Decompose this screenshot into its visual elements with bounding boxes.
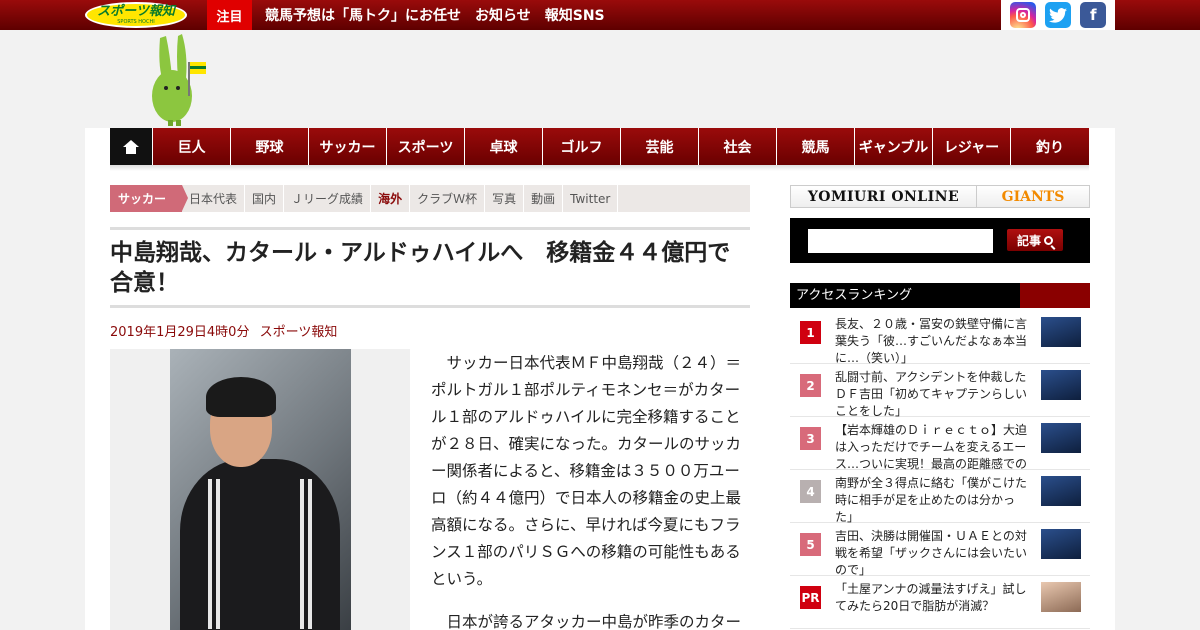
search-icon bbox=[1044, 235, 1053, 245]
ranking-item[interactable]: 1 長友、２０歳・冨安の鉄壁守備に言葉失う「彼…すごいんだよなぁ本当に…（笑い）… bbox=[790, 311, 1090, 365]
top-links: 競馬予想は「馬トク」にお任せ お知らせ 報知SNS bbox=[265, 0, 619, 30]
ranking-number: 3 bbox=[800, 427, 821, 450]
ranking-item-pr[interactable]: PR 「土屋アンナの減量法すげえ」試してみたら20日で脂肪が消滅？ bbox=[790, 576, 1090, 629]
ranking-text: 【岩本輝雄のＤｉｒｅｃｔｏ】大迫は入っただけでチームを変えるエース…ついに実現！… bbox=[835, 423, 1028, 471]
instagram-icon[interactable] bbox=[1009, 2, 1036, 28]
nav-sports[interactable]: スポーツ bbox=[387, 128, 465, 165]
title-rule-top bbox=[110, 227, 750, 230]
notice-badge: 注目 bbox=[207, 0, 252, 30]
nav-leisure[interactable]: レジャー bbox=[933, 128, 1011, 165]
logo-text: スポーツ報知 bbox=[97, 4, 175, 19]
article-date: 2019年1月29日4時0分 bbox=[110, 325, 250, 340]
ranking-list: 1 長友、２０歳・冨安の鉄壁守備に言葉失う「彼…すごいんだよなぁ本当に…（笑い）… bbox=[790, 311, 1090, 629]
nav-gamble[interactable]: ギャンブル bbox=[855, 128, 933, 165]
yomiuri-online-link[interactable]: YOMIURI ONLINE bbox=[791, 186, 977, 207]
nav-shadow bbox=[110, 165, 1089, 171]
ranking-number: PR bbox=[800, 586, 821, 609]
subnav-japan-national[interactable]: 日本代表 bbox=[182, 185, 246, 212]
nav-fishing[interactable]: 釣り bbox=[1011, 128, 1089, 165]
ranking-text: 長友、２０歳・冨安の鉄壁守備に言葉失う「彼…すごいんだよなぁ本当に…（笑い）」 bbox=[835, 317, 1028, 365]
ranking-thumbnail bbox=[1041, 317, 1081, 347]
article-paragraph: サッカー日本代表ＭＦ中島翔哉（２４）＝ポルトガル１部ポルティモネンセ＝がカタール… bbox=[431, 354, 742, 588]
article-paragraph: 日本が誇るアタッカー中島が昨季のカター bbox=[446, 613, 742, 630]
home-icon bbox=[123, 139, 139, 154]
ranking-number: 2 bbox=[800, 374, 821, 397]
nav-society[interactable]: 社会 bbox=[699, 128, 777, 165]
subnav-domestic[interactable]: 国内 bbox=[245, 185, 285, 212]
ranking-text: 吉田、決勝は開催国・ＵＡＥとの対戦を希望「ザックさんには会いたいので」 bbox=[835, 529, 1028, 577]
ranking-number: 5 bbox=[800, 533, 821, 556]
logo-subtext: SPORTS HOCHI bbox=[117, 19, 155, 25]
ranking-header: アクセスランキング bbox=[790, 283, 1090, 308]
nav-soccer[interactable]: サッカー bbox=[309, 128, 387, 165]
ranking-number: 4 bbox=[800, 480, 821, 503]
main-nav: 巨人 野球 サッカー スポーツ 卓球 ゴルフ 芸能 社会 競馬 ギャンブル レジ… bbox=[110, 128, 1089, 165]
subnav-videos[interactable]: 動画 bbox=[524, 185, 564, 212]
facebook-icon[interactable]: f bbox=[1080, 2, 1107, 28]
search-input[interactable] bbox=[808, 229, 993, 253]
ranking-thumbnail bbox=[1041, 476, 1081, 506]
title-rule-bottom bbox=[110, 305, 750, 308]
subnav-section[interactable]: サッカー bbox=[110, 185, 189, 212]
subnav-club-wc[interactable]: クラブＷ杯 bbox=[410, 185, 486, 212]
site-logo[interactable]: スポーツ報知 SPORTS HOCHI bbox=[85, 2, 187, 28]
giants-link[interactable]: GIANTS bbox=[977, 186, 1089, 207]
search-box: 記事 bbox=[790, 218, 1090, 263]
search-button[interactable]: 記事 bbox=[1007, 229, 1063, 251]
nav-golf[interactable]: ゴルフ bbox=[543, 128, 621, 165]
subnav-overseas[interactable]: 海外 bbox=[371, 185, 411, 212]
twitter-icon[interactable] bbox=[1044, 2, 1071, 28]
subnav-photos[interactable]: 写真 bbox=[485, 185, 525, 212]
article-photo[interactable] bbox=[170, 349, 351, 630]
subnav-jleague[interactable]: Ｊリーグ成績 bbox=[284, 185, 372, 212]
ranking-item[interactable]: 2 乱闘寸前、アクシデントを仲裁したＤＦ吉田「初めてキャプテンらしいことをした」 bbox=[790, 364, 1090, 418]
sns-links: f bbox=[1001, 0, 1115, 30]
partner-links: YOMIURI ONLINE GIANTS bbox=[790, 185, 1090, 208]
sub-nav: サッカー 日本代表 国内 Ｊリーグ成績 海外 クラブＷ杯 写真 動画 Twitt… bbox=[110, 185, 750, 212]
nav-table-tennis[interactable]: 卓球 bbox=[465, 128, 543, 165]
top-link-sns[interactable]: 報知SNS bbox=[545, 5, 605, 25]
nav-home[interactable] bbox=[110, 128, 153, 165]
ranking-text: 乱闘寸前、アクシデントを仲裁したＤＦ吉田「初めてキャプテンらしいことをした」 bbox=[835, 370, 1028, 418]
ranking-text: 「土屋アンナの減量法すげえ」試してみたら20日で脂肪が消滅？ bbox=[835, 582, 1027, 613]
ranking-item[interactable]: 3 【岩本輝雄のＤｉｒｅｃｔｏ】大迫は入っただけでチームを変えるエース…ついに実… bbox=[790, 417, 1090, 471]
article-source[interactable]: スポーツ報知 bbox=[260, 325, 338, 340]
ranking-thumbnail bbox=[1041, 529, 1081, 559]
ranking-text: 南野が全３得点に絡む「僕がこけた時に相手が足を止めたのは分かった」 bbox=[835, 476, 1028, 524]
search-button-label: 記事 bbox=[1016, 233, 1041, 248]
top-link-umatoku[interactable]: 競馬予想は「馬トク」にお任せ bbox=[265, 5, 461, 25]
nav-baseball[interactable]: 野球 bbox=[231, 128, 309, 165]
ranking-title: アクセスランキング bbox=[796, 288, 912, 303]
nav-giants[interactable]: 巨人 bbox=[153, 128, 231, 165]
mascot-image bbox=[152, 34, 206, 126]
article-dateline: 2019年1月29日4時0分 スポーツ報知 bbox=[110, 321, 343, 340]
facebook-glyph: f bbox=[1090, 6, 1097, 24]
ranking-number: 1 bbox=[800, 321, 821, 344]
ranking-header-accent bbox=[1020, 283, 1090, 308]
ranking-item[interactable]: 4 南野が全３得点に絡む「僕がこけた時に相手が足を止めたのは分かった」 bbox=[790, 470, 1090, 524]
nav-entertainment[interactable]: 芸能 bbox=[621, 128, 699, 165]
nav-horse-racing[interactable]: 競馬 bbox=[777, 128, 855, 165]
article-title: 中島翔哉、カタール・アルドゥハイルへ 移籍金４４億円で合意！ bbox=[110, 240, 731, 296]
article-body: サッカー日本代表ＭＦ中島翔哉（２４）＝ポルトガル１部ポルティモネンセ＝がカタール… bbox=[431, 350, 749, 630]
ranking-item[interactable]: 5 吉田、決勝は開催国・ＵＡＥとの対戦を希望「ザックさんには会いたいので」 bbox=[790, 523, 1090, 577]
subnav-twitter[interactable]: Twitter bbox=[563, 185, 619, 212]
article-photo-frame bbox=[110, 349, 410, 630]
ranking-thumbnail bbox=[1041, 423, 1081, 453]
top-link-news[interactable]: お知らせ bbox=[475, 5, 531, 25]
ranking-thumbnail bbox=[1041, 582, 1081, 612]
ranking-thumbnail bbox=[1041, 370, 1081, 400]
